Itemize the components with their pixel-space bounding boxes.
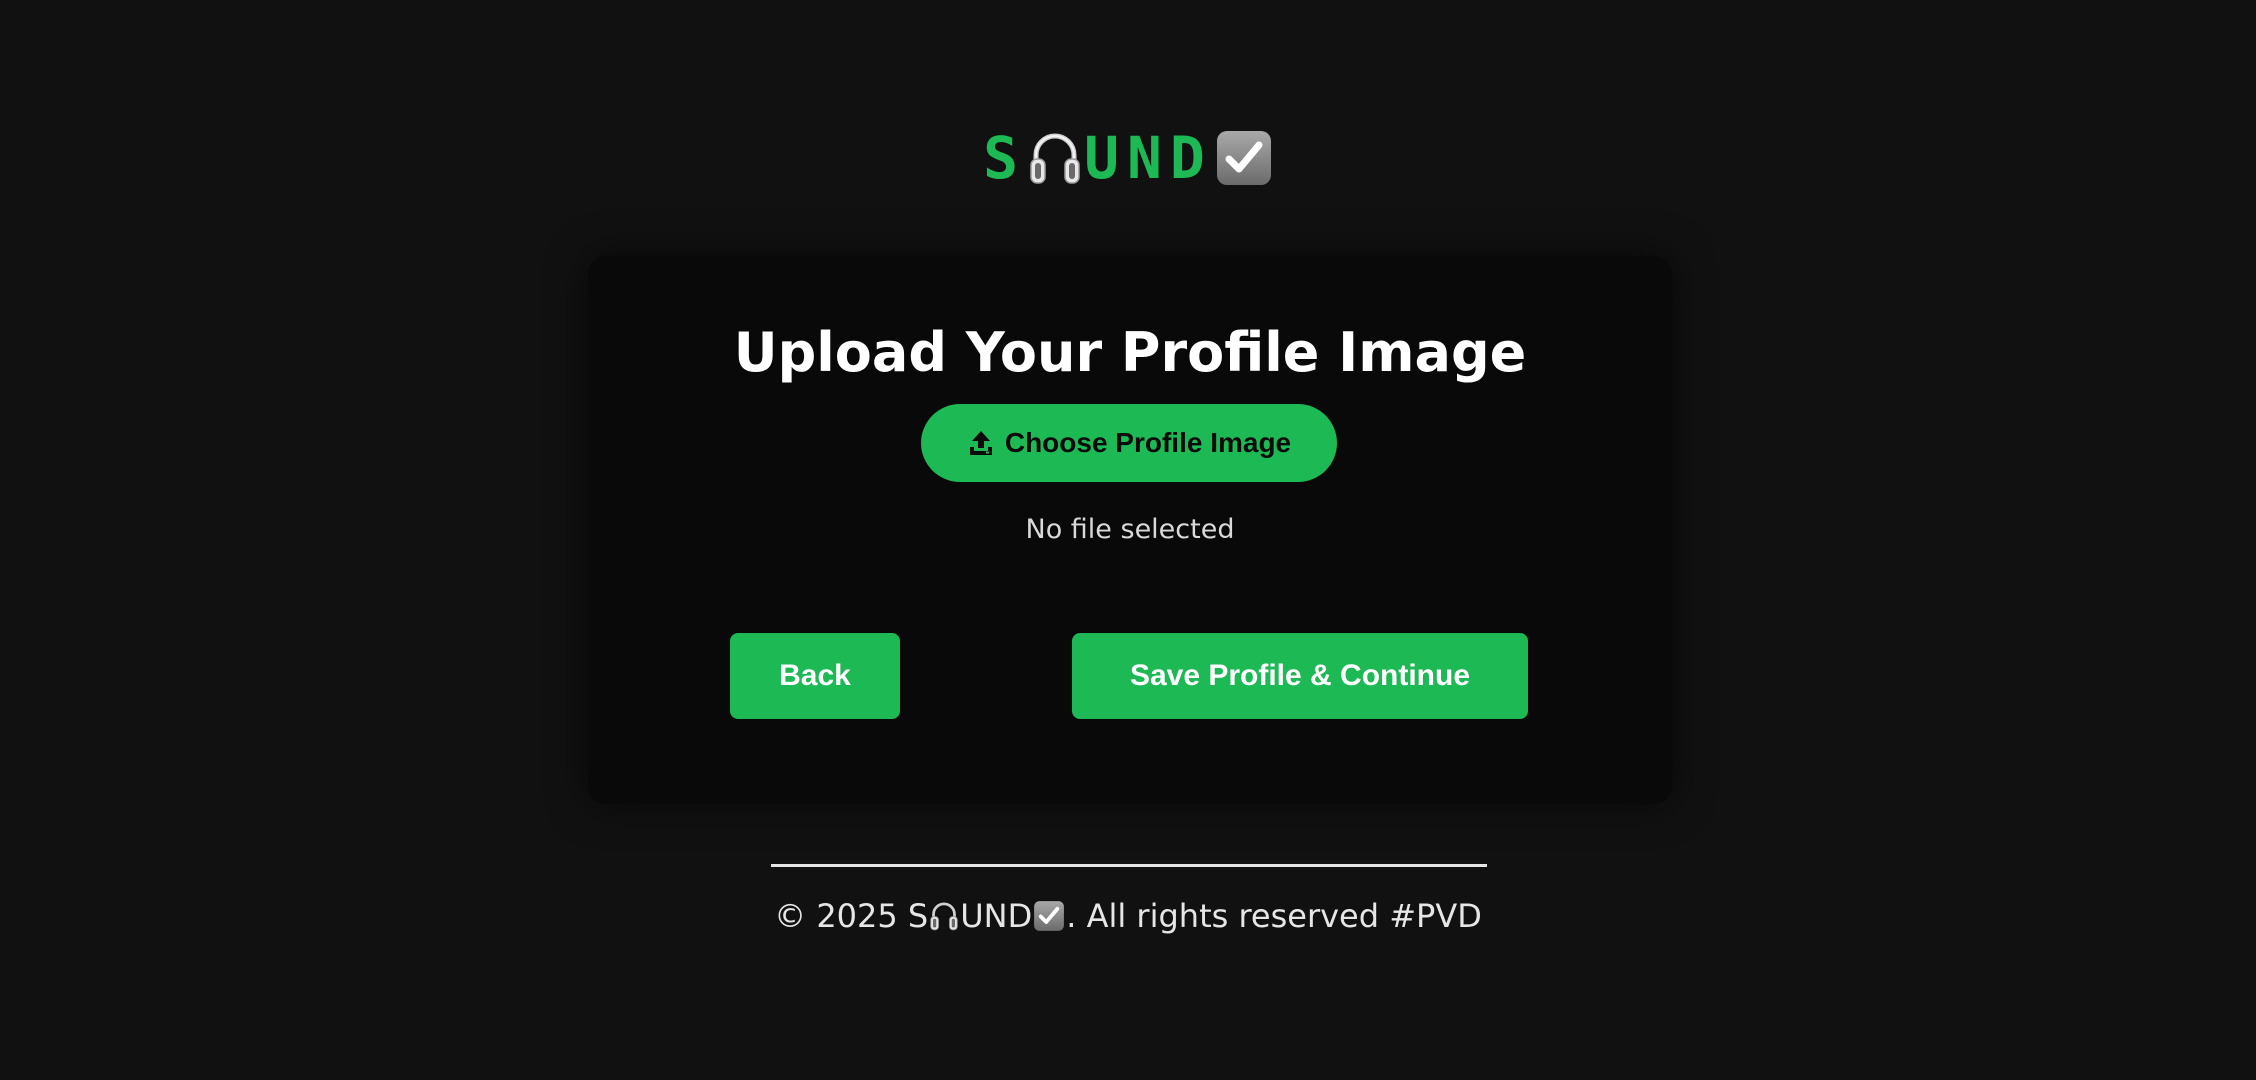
brand-logo: S UND bbox=[0, 126, 2256, 190]
footer-divider bbox=[771, 864, 1487, 867]
upload-profile-page: S UND Upload Your Profile Image Choose P… bbox=[0, 0, 2256, 1080]
headphones-icon bbox=[1028, 129, 1082, 187]
save-profile-continue-button[interactable]: Save Profile & Continue bbox=[1072, 633, 1528, 719]
footer-brand-und: UND bbox=[960, 897, 1033, 935]
choose-profile-image-label: Choose Profile Image bbox=[1004, 427, 1292, 458]
page-title: Upload Your Profile Image bbox=[733, 321, 1527, 384]
file-status-text: No file selected bbox=[1025, 514, 1235, 545]
upload-card: Upload Your Profile Image Choose Profile… bbox=[588, 256, 1672, 804]
choose-profile-image-button[interactable]: Choose Profile Image bbox=[921, 404, 1337, 482]
logo-letter-s: S bbox=[983, 124, 1027, 192]
headphones-icon bbox=[929, 900, 959, 932]
back-button[interactable]: Back bbox=[730, 633, 900, 719]
footer-rights-text: . All rights reserved #PVD bbox=[1066, 897, 1482, 935]
check-box-icon bbox=[1033, 900, 1065, 932]
footer-copyright-prefix: © 2025 S bbox=[774, 897, 929, 935]
footer: © 2025 S UND . All rights reserved #PVD bbox=[0, 894, 2256, 938]
check-box-icon bbox=[1215, 129, 1273, 187]
logo-letters-und: UND bbox=[1084, 124, 1213, 192]
upload-icon bbox=[967, 429, 995, 457]
